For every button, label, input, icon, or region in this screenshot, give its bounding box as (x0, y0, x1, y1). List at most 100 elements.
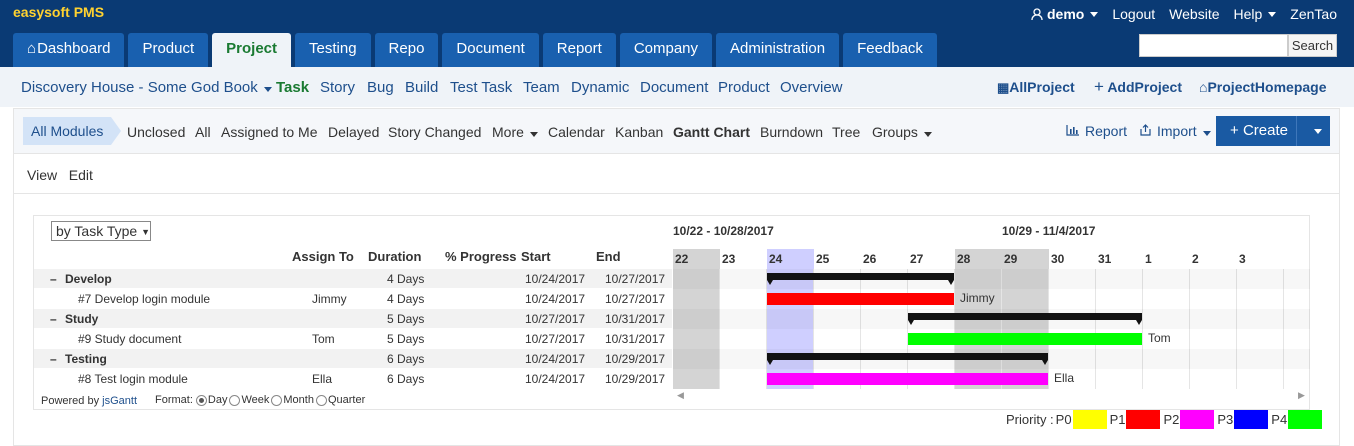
website-link[interactable]: Website (1169, 6, 1219, 22)
create-split-divider (1296, 116, 1297, 146)
task-bar[interactable] (908, 333, 1142, 345)
task-row[interactable]: #8 Test login module Ella 6 Days 10/24/2017… (34, 369, 672, 389)
task-row[interactable]: #7 Develop login module Jimmy 4 Days 10/24/… (34, 289, 672, 309)
format-radio-day[interactable] (195, 394, 207, 406)
toolbar-tree[interactable]: Tree (832, 124, 860, 140)
nav-document[interactable]: Document (442, 33, 539, 67)
subnav-product[interactable]: Product (718, 79, 770, 96)
jsgantt-link[interactable]: jsGantt (102, 395, 137, 407)
project-subnav: Discovery House - Some God Book Task Stor… (0, 67, 1354, 107)
nav-project[interactable]: Project (212, 33, 292, 67)
view-tab[interactable]: View (27, 167, 57, 183)
all-modules-button[interactable]: All Modules (23, 117, 122, 145)
subnav-document[interactable]: Document (640, 79, 708, 96)
assign-to: Tom (312, 332, 335, 346)
task-name[interactable]: #9 Study document (78, 329, 181, 349)
toolbar-story-changed[interactable]: Story Changed (388, 124, 481, 140)
priority-name: P4 (1271, 412, 1288, 427)
project-home-label: ProjectHomepage (1207, 79, 1327, 95)
priority-name: P2 (1163, 412, 1180, 427)
day-header: 28 (955, 249, 1002, 269)
nav-feedback[interactable]: Feedback (843, 33, 937, 67)
scroll-right-icon[interactable]: ▶ (1298, 390, 1305, 401)
create-label: + Create (1230, 116, 1288, 146)
subnav-bug[interactable]: Bug (367, 79, 394, 96)
home-icon: ⌂ (27, 40, 37, 57)
nav-dashboard[interactable]: ⌂Dashboard (13, 33, 125, 67)
report-button[interactable]: Report (1066, 123, 1127, 139)
create-button[interactable]: + Create (1216, 116, 1330, 146)
subnav-story[interactable]: Story (320, 79, 355, 96)
collapse-toggle[interactable]: – (50, 269, 57, 289)
toolbar-groups[interactable]: Groups (872, 124, 932, 140)
add-project-link[interactable]: + AddProject (1094, 78, 1182, 95)
toolbar-label: All (195, 124, 211, 140)
create-dropdown-icon[interactable] (1314, 129, 1322, 134)
top-header: easysoft PMS demo Logout Website Help Ze… (0, 0, 1354, 67)
nav-report[interactable]: Report (542, 33, 616, 67)
collapse-toggle[interactable]: – (50, 309, 57, 329)
column-header: % Progress (445, 249, 517, 264)
nav-testing[interactable]: Testing (295, 33, 371, 67)
column-header: Duration (368, 249, 422, 264)
task-bar[interactable] (767, 293, 954, 305)
toolbar-calendar[interactable]: Calendar (548, 124, 605, 140)
nav-product[interactable]: Product (128, 33, 209, 67)
subnav-build[interactable]: Build (405, 79, 438, 96)
toolbar-kanban[interactable]: Kanban (615, 124, 663, 140)
toolbar-burndown[interactable]: Burndown (760, 124, 823, 140)
day-header: 31 (1096, 249, 1143, 269)
subnav-dynamic[interactable]: Dynamic (571, 79, 629, 96)
dropdown-arrow-icon: ▼ (141, 227, 151, 237)
scroll-left-icon[interactable]: ◀ (677, 390, 684, 401)
toolbar-assigned-to-me[interactable]: Assigned to Me (221, 124, 318, 140)
zentao-link[interactable]: ZenTao (1290, 6, 1337, 22)
format-radio-quarter[interactable] (315, 394, 327, 406)
nav-administration[interactable]: Administration (716, 33, 840, 67)
edit-tab[interactable]: Edit (69, 167, 93, 183)
end-date: 10/31/2017 (605, 312, 666, 326)
project-home-link[interactable]: ⌂ProjectHomepage (1199, 79, 1327, 95)
search-input[interactable] (1139, 34, 1288, 57)
day-header: 24 (767, 249, 814, 269)
column-header: Start (521, 249, 551, 264)
toolbar-all[interactable]: All (195, 124, 211, 140)
nav-company[interactable]: Company (619, 33, 713, 67)
horizontal-scrollbar[interactable]: ◀ ▶ (673, 389, 1310, 403)
user-icon (1031, 7, 1043, 20)
format-radio-week[interactable] (229, 394, 241, 406)
project-selector[interactable]: Discovery House - Some God Book (21, 79, 272, 96)
group-row: – Develop 4 Days 10/24/2017 10/27/2017 (34, 269, 672, 289)
toolbar-delayed[interactable]: Delayed (328, 124, 379, 140)
format-radio-month[interactable] (271, 394, 283, 406)
user-menu[interactable]: demo (1031, 6, 1099, 22)
nav-label: Administration (730, 40, 826, 57)
format-option-label: Month (283, 394, 314, 406)
toolbar-gantt-chart[interactable]: Gantt Chart (673, 124, 750, 140)
import-button[interactable]: Import (1139, 123, 1211, 139)
subnav-task[interactable]: Task (276, 79, 309, 96)
logout-link[interactable]: Logout (1112, 6, 1155, 22)
chevron-down-icon (1268, 11, 1277, 17)
start-date: 10/27/2017 (525, 312, 586, 326)
group-by-select[interactable]: by Task Type ▼ (51, 221, 151, 241)
task-row[interactable]: #9 Study document Tom 5 Days 10/27/2017 10/3… (34, 329, 672, 349)
task-name[interactable]: #8 Test login module (78, 369, 188, 389)
all-project-link[interactable]: ▦AllProject (997, 79, 1075, 96)
help-menu[interactable]: Help (1234, 6, 1277, 22)
format-option-label: Week (241, 394, 270, 406)
duration: 4 Days (387, 272, 425, 286)
toolbar-more[interactable]: More (492, 124, 538, 140)
powered-by: Powered by jsGantt (41, 395, 137, 407)
subnav-overview[interactable]: Overview (780, 79, 843, 96)
divider (14, 193, 1339, 194)
subnav-team[interactable]: Team (523, 79, 560, 96)
task-name[interactable]: #7 Develop login module (78, 289, 210, 309)
toolbar-unclosed[interactable]: Unclosed (127, 124, 185, 140)
search-button[interactable]: Search (1288, 34, 1337, 57)
task-bar[interactable] (767, 373, 1048, 385)
week-header: 10/29 - 11/4/2017 (1002, 224, 1096, 238)
nav-repo[interactable]: Repo (374, 33, 439, 67)
collapse-toggle[interactable]: – (50, 349, 57, 369)
subnav-test-task[interactable]: Test Task (450, 79, 512, 96)
